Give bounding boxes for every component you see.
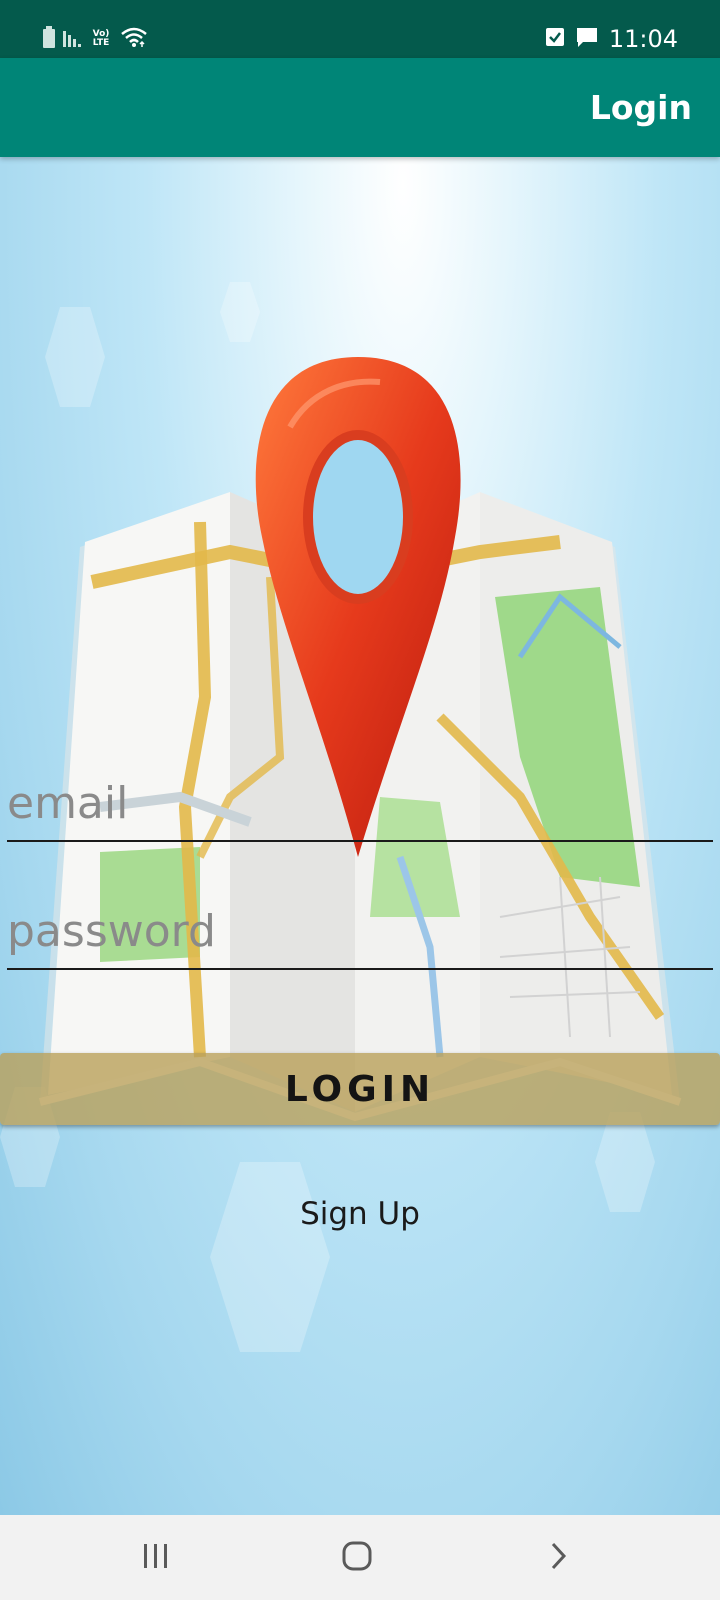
message-notification-icon xyxy=(575,26,599,53)
battery-icon xyxy=(42,25,56,53)
wifi-icon xyxy=(120,26,148,53)
signal-icon xyxy=(62,27,82,52)
app-bar: Login xyxy=(0,58,720,157)
status-bar: Vo) LTE 11:04 xyxy=(0,0,720,58)
home-icon xyxy=(341,1540,373,1577)
login-button[interactable]: LOGIN xyxy=(0,1053,720,1125)
status-left-icons: Vo) LTE xyxy=(42,25,148,53)
back-button[interactable] xyxy=(528,1535,588,1581)
recent-apps-button[interactable] xyxy=(126,1535,186,1581)
recent-apps-icon xyxy=(141,1542,171,1575)
checkbox-notification-icon xyxy=(545,27,565,52)
status-right-icons: 11:04 xyxy=(545,26,678,52)
status-time: 11:04 xyxy=(608,25,678,53)
sign-up-link[interactable]: Sign Up xyxy=(0,1194,720,1234)
page-title: Login xyxy=(589,88,692,127)
login-screen: LOGIN Sign Up xyxy=(0,157,720,1515)
password-field[interactable] xyxy=(7,898,713,970)
home-button[interactable] xyxy=(327,1535,387,1581)
volte-icon: Vo) LTE xyxy=(92,29,110,48)
email-field[interactable] xyxy=(7,770,713,842)
navigation-bar xyxy=(0,1515,720,1600)
back-icon xyxy=(546,1540,570,1577)
